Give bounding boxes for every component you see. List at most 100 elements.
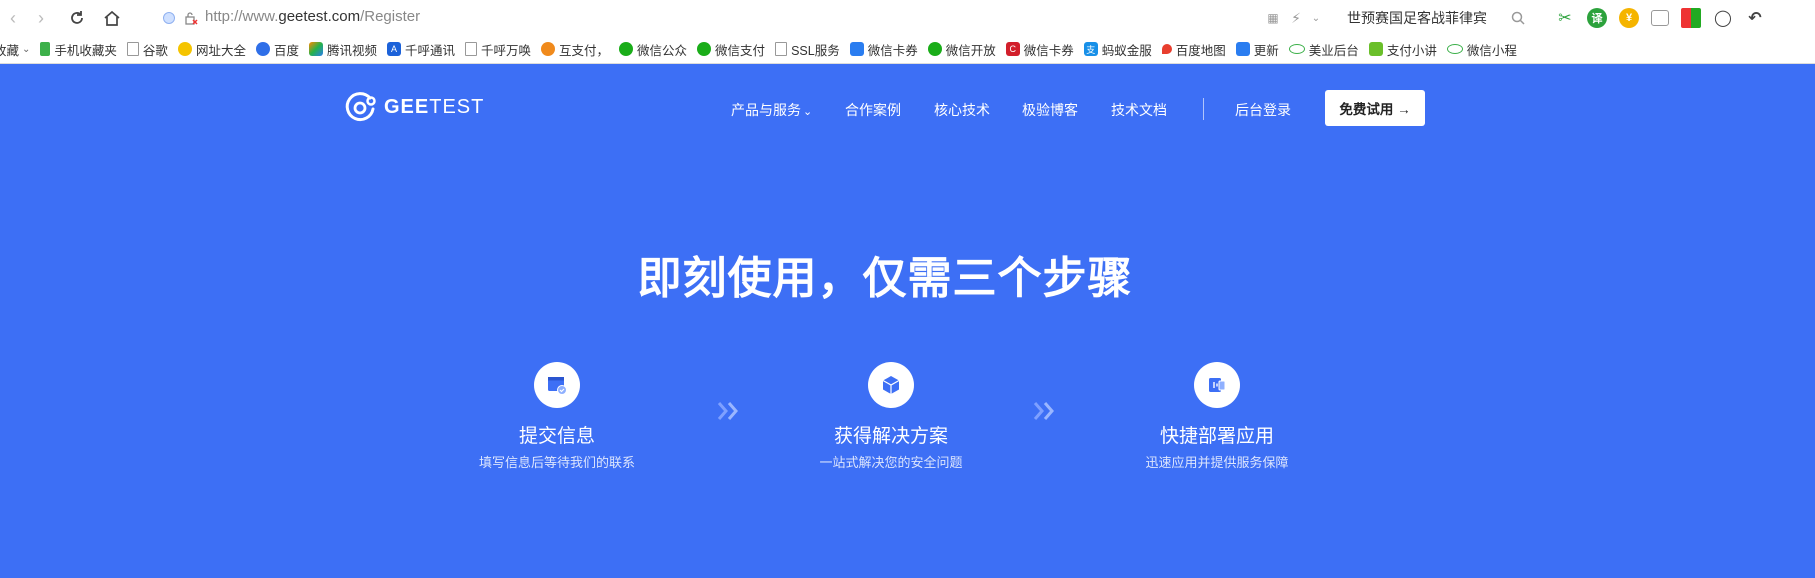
bookmark-label: 谷歌 — [142, 43, 168, 58]
bookmark-item[interactable]: 谷歌 — [126, 40, 168, 59]
back-icon[interactable]: ‹ — [2, 7, 24, 29]
nav-blog[interactable]: 极验博客 — [1022, 100, 1078, 120]
document-icon — [465, 42, 477, 56]
nav-core-tech[interactable]: 核心技术 — [934, 100, 990, 120]
document-icon — [126, 42, 139, 56]
paw-icon — [255, 42, 270, 56]
card-icon — [1235, 42, 1250, 56]
hero-title: 即刻使用，仅需三个步骤 — [637, 254, 1133, 303]
url-protocol: http://www. — [205, 8, 279, 25]
map-pin-icon — [1161, 44, 1172, 54]
bookmark-item[interactable]: 微信小程 — [1446, 40, 1517, 59]
bookmark-item[interactable]: 百度 — [255, 40, 299, 59]
reload-icon[interactable] — [66, 7, 88, 29]
geetest-logo-icon — [345, 92, 376, 122]
double-chevron-right-icon — [1033, 402, 1054, 420]
apps-icon[interactable] — [1681, 8, 1701, 28]
bookmark-item[interactable]: 微信开放 — [927, 40, 996, 59]
cloud-icon — [1288, 44, 1305, 54]
lightning-icon[interactable]: ⚡ — [1285, 7, 1307, 29]
undo-icon[interactable]: ↶ — [1745, 8, 1765, 28]
globe-icon — [177, 42, 192, 56]
step-desc: 迅速应用并提供服务保障 — [1145, 455, 1289, 470]
bookmark-label: 网址大全 — [195, 43, 246, 58]
bookmark-item[interactable]: C 微信卡券 — [1005, 40, 1074, 59]
nav-divider — [1203, 98, 1204, 120]
bookmark-label: 蚂蚁金服 — [1101, 43, 1152, 58]
bookmark-item[interactable]: 收藏⌄ — [0, 40, 30, 59]
bookmark-label: 微信卡券 — [1023, 43, 1074, 58]
grid-icon[interactable]: ▦ — [1262, 7, 1284, 29]
bookmark-item[interactable]: 手机收藏夹 — [40, 40, 117, 59]
bookmark-label: 千呼通讯 — [404, 43, 455, 58]
bookmark-item[interactable]: 微信卡券 — [849, 40, 918, 59]
nav-products[interactable]: 产品与服务 ⌄ — [731, 100, 812, 120]
bookmark-label: 微信开放 — [945, 43, 996, 58]
bookmark-label: 百度地图 — [1175, 43, 1226, 58]
chevron-down-icon[interactable]: ⌄ — [1305, 7, 1327, 29]
wechat-icon — [927, 42, 942, 56]
card-icon — [849, 42, 864, 56]
page-content: GEETEST 产品与服务 ⌄ 合作案例 核心技术 极验博客 技术文档 后台登录 … — [0, 64, 1815, 578]
url-path: /Register — [360, 8, 421, 25]
shield-icon[interactable]: ¥ — [1619, 8, 1639, 28]
nav-label: 产品与服务 — [731, 102, 801, 118]
bookmark-label: 收藏 — [0, 43, 20, 58]
chevron-down-icon: ⌄ — [803, 106, 813, 118]
logo-text: GEETEST — [384, 96, 484, 119]
headphones-icon[interactable]: ◯ — [1713, 8, 1733, 28]
step-submit-info: 提交信息 填写信息后等待我们的联系 — [427, 362, 687, 471]
bookmark-item[interactable]: A 千呼通讯 — [386, 40, 455, 59]
bookmark-label: 腾讯视频 — [326, 43, 377, 58]
bookmark-label: 支付小讲 — [1386, 43, 1437, 58]
search-input[interactable]: 世预赛国足客战菲律宾 — [1347, 8, 1487, 28]
step-title: 快捷部署应用 — [1159, 426, 1274, 447]
c-logo-icon: C — [1005, 42, 1020, 56]
step-desc: 填写信息后等待我们的联系 — [478, 455, 635, 470]
bookmark-label: 更新 — [1253, 43, 1279, 58]
bookmark-label: 手机收藏夹 — [54, 43, 117, 58]
address-bar[interactable]: http://www.geetest.com/Register — [205, 8, 420, 25]
bookmark-label: SSL服务 — [791, 43, 840, 58]
insecure-lock-icon[interactable] — [180, 7, 202, 29]
home-icon[interactable] — [101, 7, 123, 29]
bookmark-label: 微信卡券 — [867, 43, 918, 58]
bookmarks-bar: 收藏⌄ 手机收藏夹 谷歌 网址大全 百度 腾讯视频 A千呼通讯 千呼万唤 互支付… — [0, 35, 1815, 64]
bookmark-item[interactable]: SSL服务 — [775, 40, 840, 59]
bookmark-item[interactable]: 美业后台 — [1288, 40, 1359, 59]
logo-text-light: TEST — [429, 95, 485, 118]
bookmark-item[interactable]: 支蚂蚁金服 — [1083, 40, 1152, 59]
bookmark-item[interactable]: 腾讯视频 — [308, 40, 377, 59]
translate-icon[interactable]: 译 — [1587, 8, 1607, 28]
nav-docs[interactable]: 技术文档 — [1111, 100, 1167, 120]
bookmark-item[interactable]: 千呼万唤 — [465, 40, 531, 59]
bookmark-label: 美业后台 — [1308, 43, 1359, 58]
step-deploy: 快捷部署应用 迅速应用并提供服务保障 — [1087, 362, 1347, 471]
box-icon — [868, 362, 914, 408]
nav-login[interactable]: 后台登录 — [1235, 100, 1291, 120]
bookmark-item[interactable]: 微信公众 — [619, 40, 687, 59]
step-desc: 一站式解决您的安全问题 — [819, 455, 963, 470]
search-icon[interactable] — [1507, 7, 1529, 29]
bookmark-item[interactable]: 支付小讲 — [1368, 40, 1437, 59]
bookmark-item[interactable]: 微信支付 — [697, 40, 765, 59]
scissors-icon[interactable]: ✂ — [1555, 8, 1575, 28]
bookmark-item[interactable]: 网址大全 — [177, 40, 246, 59]
double-chevron-right-icon — [717, 402, 738, 420]
image-icon[interactable] — [1651, 10, 1669, 26]
geetest-logo[interactable]: GEETEST — [344, 90, 484, 124]
phone-icon — [40, 42, 51, 56]
bookmark-item[interactable]: 更新 — [1235, 40, 1279, 59]
step-get-solution: 获得解决方案 一站式解决您的安全问题 — [761, 362, 1021, 471]
alipay-icon: 支 — [1083, 42, 1098, 56]
deploy-icon — [1194, 362, 1240, 408]
free-trial-button[interactable]: 免费试用 → — [1325, 90, 1425, 126]
document-icon — [775, 42, 788, 56]
logo-text-bold: GEE — [384, 95, 430, 118]
forward-icon[interactable]: › — [30, 7, 52, 29]
bookmark-item[interactable]: 百度地图 — [1161, 40, 1226, 59]
site-info-icon[interactable] — [158, 7, 180, 29]
bookmark-label: 互支付， — [559, 43, 610, 58]
bookmark-item[interactable]: 互支付， — [541, 40, 609, 59]
nav-cases[interactable]: 合作案例 — [845, 100, 901, 120]
